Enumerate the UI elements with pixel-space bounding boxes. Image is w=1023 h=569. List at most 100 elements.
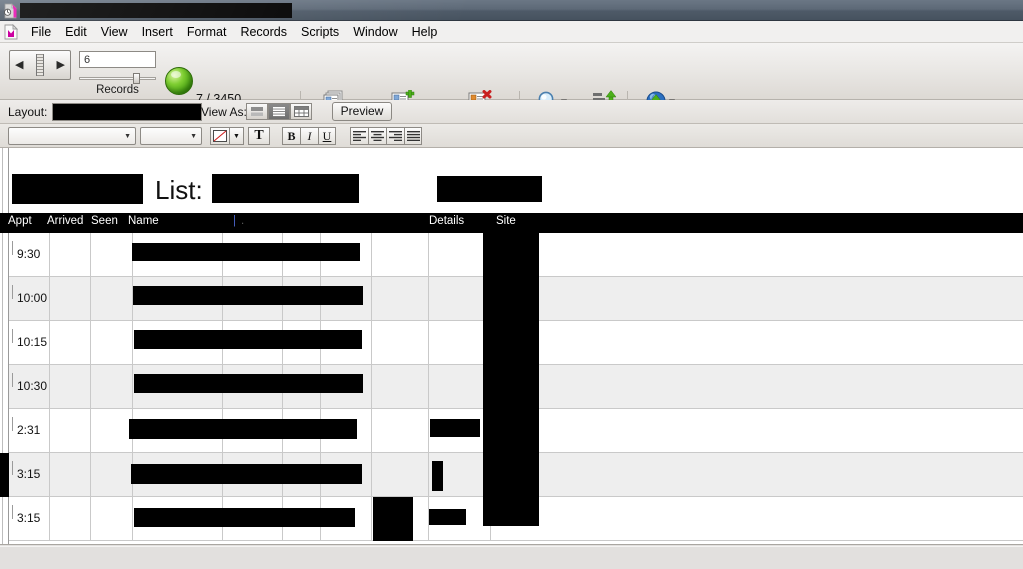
column-divider xyxy=(90,453,91,497)
bold-button[interactable]: B xyxy=(282,127,300,145)
record-slider[interactable] xyxy=(79,73,156,84)
menu-records[interactable]: Records xyxy=(233,22,294,42)
cell-name-redaction xyxy=(129,419,357,439)
font-family-combo[interactable]: ▼ xyxy=(8,127,136,145)
column-header-name[interactable]: Name xyxy=(128,215,159,227)
menu-file[interactable]: File xyxy=(24,22,58,42)
record-navigation-book[interactable]: ◀ ▶ xyxy=(9,50,71,80)
column-header-appt[interactable]: Appt xyxy=(8,215,32,227)
chevron-down-icon: ▼ xyxy=(233,132,240,140)
align-left-icon[interactable] xyxy=(350,127,368,145)
column-header-seen[interactable]: Seen xyxy=(91,215,118,227)
column-divider xyxy=(371,321,372,365)
cell-appt[interactable]: 2:31 xyxy=(17,423,40,437)
format-bar: ▼ ▼ ▼ T B I U xyxy=(0,124,1023,148)
column-divider xyxy=(90,277,91,321)
appt-field-tick xyxy=(12,241,13,255)
column-divider xyxy=(371,277,372,321)
column-header-arrived[interactable]: Arrived xyxy=(47,215,83,227)
column-header-site[interactable]: Site xyxy=(496,215,516,227)
cell-details-redaction xyxy=(429,509,466,525)
window-titlebar xyxy=(0,0,1023,21)
menu-format[interactable]: Format xyxy=(180,22,234,42)
column-divider xyxy=(49,277,50,321)
layout-label: Layout: xyxy=(8,105,48,119)
italic-button[interactable]: I xyxy=(300,127,318,145)
appt-field-tick xyxy=(12,285,13,299)
record-slider-thumb[interactable] xyxy=(133,73,140,84)
appt-field-tick xyxy=(12,329,13,343)
view-as-label: View As: xyxy=(201,105,247,119)
cell-name-redaction xyxy=(134,508,355,527)
cell-appt[interactable]: 10:30 xyxy=(17,379,47,393)
window-title-redaction xyxy=(20,3,292,18)
column-divider xyxy=(132,365,133,409)
layout-content-area: List: Appt Arrived Seen Name | . Details… xyxy=(0,148,1023,545)
chevron-down-icon: ▼ xyxy=(190,132,197,140)
column-divider xyxy=(49,321,50,365)
layout-header-band: List: xyxy=(9,148,1023,213)
cell-name-redaction xyxy=(131,464,362,484)
layout-selector-redaction[interactable] xyxy=(52,103,202,121)
cell-appt[interactable]: 10:00 xyxy=(17,291,47,305)
status-toolbar: ◀ ▶ 6 Records 7 / 3450 Found (Sorted) Sh… xyxy=(0,43,1023,133)
record-list-grid: 9:30 10:00 10:15 10:30 2:31 3:15 3:15 xyxy=(0,233,1023,544)
menu-insert[interactable]: Insert xyxy=(135,22,180,42)
column-divider xyxy=(371,453,372,497)
next-record-arrow[interactable]: ▶ xyxy=(57,59,65,71)
cell-appt[interactable]: 10:15 xyxy=(17,335,47,349)
column-divider xyxy=(428,453,429,497)
column-divider xyxy=(90,497,91,541)
row-selection-indicator xyxy=(0,453,9,497)
page-title: List: xyxy=(155,175,203,205)
text-style-group: B I U xyxy=(282,127,336,145)
cell-col7-redaction xyxy=(373,497,413,541)
previous-record-arrow[interactable]: ◀ xyxy=(15,59,23,71)
cell-name-redaction xyxy=(133,286,363,305)
column-divider xyxy=(90,365,91,409)
align-center-icon[interactable] xyxy=(368,127,386,145)
cell-appt[interactable]: 3:15 xyxy=(17,467,40,481)
document-icon xyxy=(4,23,24,40)
no-fill-swatch-icon[interactable] xyxy=(210,127,230,145)
text-color-icon[interactable]: T xyxy=(248,127,270,145)
menu-view[interactable]: View xyxy=(94,22,135,42)
align-justify-icon[interactable] xyxy=(404,127,422,145)
align-right-icon[interactable] xyxy=(386,127,404,145)
cell-name-redaction xyxy=(134,374,363,393)
preview-button[interactable]: Preview xyxy=(332,102,392,121)
menu-help[interactable]: Help xyxy=(405,22,445,42)
list-view-icon[interactable] xyxy=(268,103,290,120)
column-divider xyxy=(428,409,429,453)
form-view-icon[interactable] xyxy=(246,103,268,120)
table-view-icon[interactable] xyxy=(290,103,312,120)
book-spine-icon xyxy=(36,54,44,76)
menu-edit[interactable]: Edit xyxy=(58,22,94,42)
table-column-header: Appt Arrived Seen Name | . Details Site xyxy=(0,213,1023,233)
font-size-combo[interactable]: ▼ xyxy=(140,127,202,145)
menu-scripts[interactable]: Scripts xyxy=(294,22,346,42)
column-divider xyxy=(49,409,50,453)
column-divider xyxy=(49,365,50,409)
record-slider-track xyxy=(79,77,156,80)
column-header-details[interactable]: Details xyxy=(429,215,464,227)
column-divider xyxy=(428,277,429,321)
found-set-pie xyxy=(165,67,193,95)
column-divider xyxy=(49,497,50,541)
column-header-col5[interactable]: | xyxy=(233,215,236,227)
column-divider xyxy=(90,233,91,277)
column-divider xyxy=(49,453,50,497)
underline-button[interactable]: U xyxy=(318,127,336,145)
cell-details-redaction xyxy=(432,461,443,491)
cell-details-redaction xyxy=(430,419,480,437)
menu-window[interactable]: Window xyxy=(346,22,404,42)
window-bottom-chrome xyxy=(0,544,1023,569)
fill-dropdown-caret[interactable]: ▼ xyxy=(230,127,244,145)
cell-appt[interactable]: 9:30 xyxy=(17,247,40,261)
record-number-input[interactable]: 6 xyxy=(79,51,156,68)
column-header-col6[interactable]: . xyxy=(241,215,244,227)
page-title-suffix-redaction xyxy=(212,174,359,203)
column-divider xyxy=(428,233,429,277)
cell-appt[interactable]: 3:15 xyxy=(17,511,40,525)
column-divider xyxy=(371,497,372,541)
